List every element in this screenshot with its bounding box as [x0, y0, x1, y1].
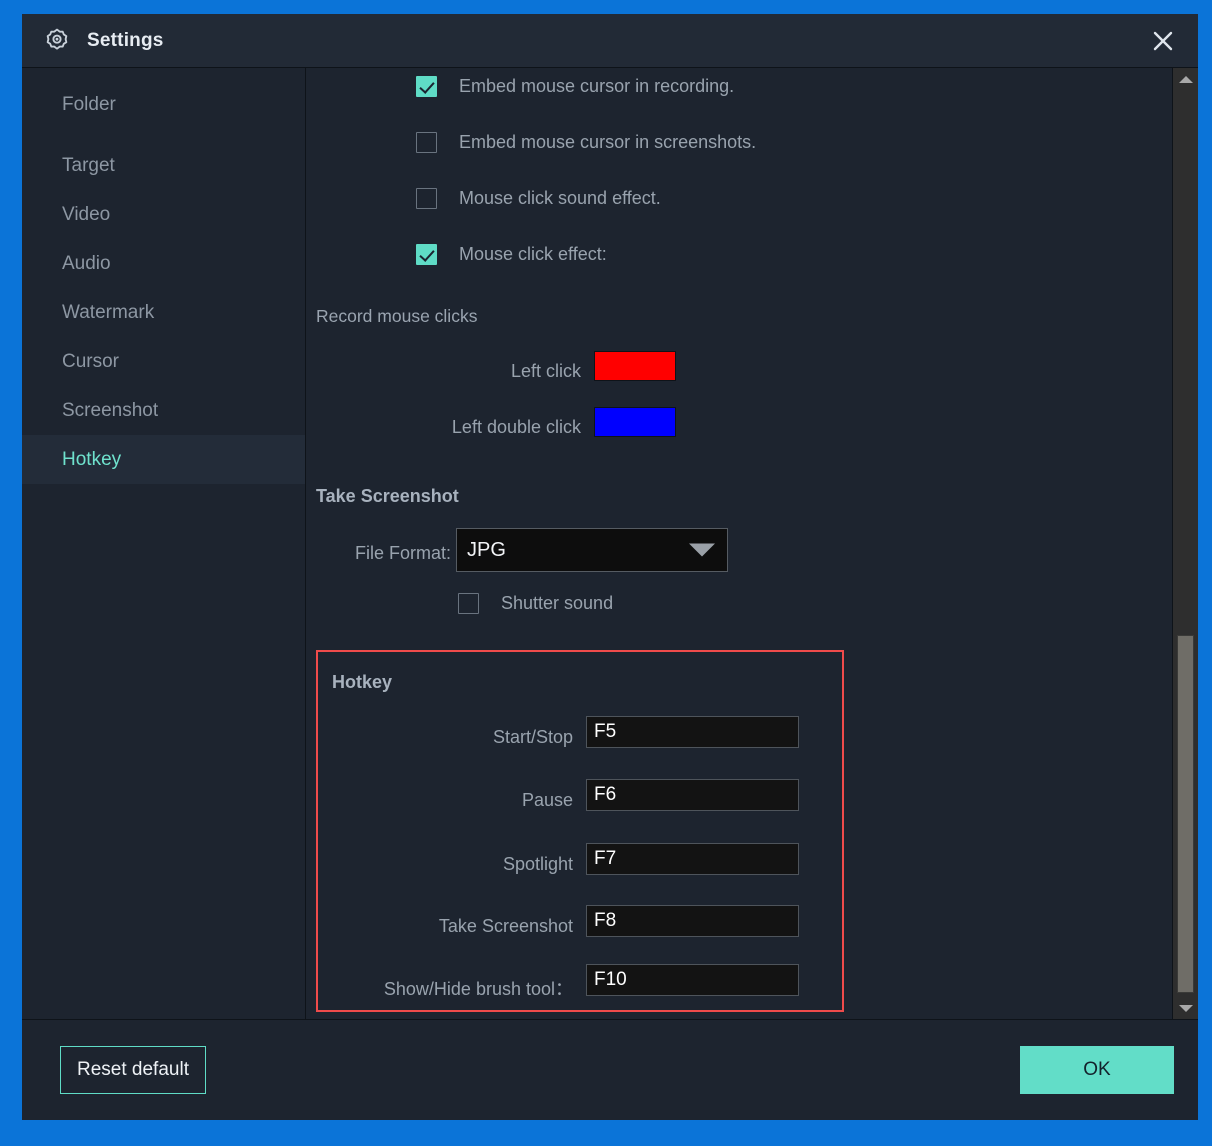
chevron-down-icon [1178, 1004, 1193, 1012]
hotkey-input-pause[interactable]: F6 [586, 779, 799, 811]
sidebar-item-video[interactable]: Video [22, 190, 305, 239]
left-double-click-color-swatch[interactable] [594, 407, 676, 437]
chevron-down-icon [689, 543, 715, 557]
hotkey-label-pause: Pause [521, 790, 573, 810]
hotkey-input-take-screenshot[interactable]: F8 [586, 905, 799, 937]
sidebar-item-folder[interactable]: Folder [22, 80, 305, 129]
hotkey-input-spotlight[interactable]: F7 [586, 843, 799, 875]
checkbox-row-shutter-sound[interactable]: Shutter sound [458, 593, 613, 614]
close-icon [1153, 31, 1173, 50]
hotkey-value: F8 [594, 910, 617, 931]
hotkey-heading: Hotkey [332, 672, 393, 692]
checkbox-row-mouse-click-sound[interactable]: Mouse click sound effect. [416, 188, 661, 209]
checkbox-embed-cursor-screenshots[interactable] [416, 132, 437, 153]
checkbox-label: Embed mouse cursor in screenshots. [459, 132, 757, 152]
checkbox-shutter-sound[interactable] [458, 593, 479, 614]
sidebar-item-label: Audio [62, 252, 111, 274]
sidebar-item-hotkey[interactable]: Hotkey [22, 435, 305, 484]
settings-scroll-region: Embed mouse cursor in recording. Embed m… [306, 68, 1172, 1019]
checkbox-row-embed-cursor-recording[interactable]: Embed mouse cursor in recording. [416, 76, 734, 97]
sidebar-item-cursor[interactable]: Cursor [22, 337, 305, 386]
reset-default-button[interactable]: Reset default [60, 1046, 206, 1094]
sidebar-item-label: Watermark [62, 301, 155, 323]
chevron-up-icon [1178, 75, 1193, 83]
sidebar-item-label: Hotkey [62, 448, 122, 470]
file-format-select[interactable]: JPG [456, 528, 728, 572]
left-click-color-swatch[interactable] [594, 351, 676, 381]
sidebar-item-label: Cursor [62, 350, 120, 372]
sidebar-item-audio[interactable]: Audio [22, 239, 305, 288]
sidebar-item-label: Screenshot [62, 399, 159, 421]
sidebar-item-label: Folder [62, 93, 116, 115]
sidebar-item-watermark[interactable]: Watermark [22, 288, 305, 337]
close-button[interactable] [1142, 20, 1184, 62]
hotkey-value: F10 [594, 969, 627, 990]
hotkey-label-start-stop: Start/Stop [492, 727, 573, 747]
checkbox-embed-cursor-recording[interactable] [416, 76, 437, 97]
hotkey-input-show-hide-brush-tool[interactable]: F10 [586, 964, 799, 996]
checkbox-row-embed-cursor-screenshots[interactable]: Embed mouse cursor in screenshots. [416, 132, 756, 153]
hotkey-label-show-hide-brush-tool: Show/Hide brush tool： [383, 979, 573, 999]
file-format-value: JPG [467, 538, 506, 561]
checkbox-mouse-click-sound[interactable] [416, 188, 437, 209]
checkbox-label: Shutter sound [501, 593, 614, 613]
sidebar-item-label: Video [62, 203, 111, 225]
page-title: Settings [87, 29, 164, 51]
sidebar: Folder Target Video Audio Watermark Curs… [22, 68, 306, 1019]
hotkey-value: F7 [594, 848, 617, 869]
ok-button[interactable]: OK [1020, 1046, 1174, 1094]
checkbox-label: Mouse click sound effect. [459, 188, 661, 208]
file-format-label: File Format: [354, 543, 451, 563]
hotkey-label-spotlight: Spotlight [502, 854, 573, 874]
hotkey-input-start-stop[interactable]: F5 [586, 716, 799, 748]
left-double-click-label: Left double click [451, 417, 581, 437]
footer-bar: Reset default OK [22, 1020, 1198, 1120]
hotkey-value: F5 [594, 721, 617, 742]
scrollbar-thumb[interactable] [1177, 635, 1194, 993]
scrollbar-down-button[interactable] [1173, 997, 1198, 1019]
settings-window: Settings Folder Target Video Audio Water… [22, 14, 1198, 1120]
checkbox-row-mouse-click-effect[interactable]: Mouse click effect: [416, 244, 607, 265]
sidebar-item-label: Target [62, 154, 115, 176]
scrollbar-up-button[interactable] [1173, 68, 1198, 90]
record-mouse-clicks-heading: Record mouse clicks [316, 306, 478, 326]
sidebar-item-screenshot[interactable]: Screenshot [22, 386, 305, 435]
gear-icon [46, 28, 68, 50]
hotkey-label-take-screenshot: Take Screenshot [438, 916, 573, 936]
sidebar-item-target[interactable]: Target [22, 141, 305, 190]
checkbox-label: Mouse click effect: [459, 244, 607, 264]
content-panel: Embed mouse cursor in recording. Embed m… [306, 68, 1198, 1019]
title-bar: Settings [22, 14, 1198, 68]
hotkey-value: F6 [594, 784, 617, 805]
hotkey-group-box: Hotkey Start/Stop F5 Pause F6 Spotlight … [316, 650, 844, 1012]
checkbox-label: Embed mouse cursor in recording. [459, 76, 735, 96]
left-click-label: Left click [510, 361, 581, 381]
window-body: Folder Target Video Audio Watermark Curs… [22, 68, 1198, 1020]
checkbox-mouse-click-effect[interactable] [416, 244, 437, 265]
vertical-scrollbar[interactable] [1172, 68, 1198, 1019]
take-screenshot-heading: Take Screenshot [316, 486, 459, 506]
